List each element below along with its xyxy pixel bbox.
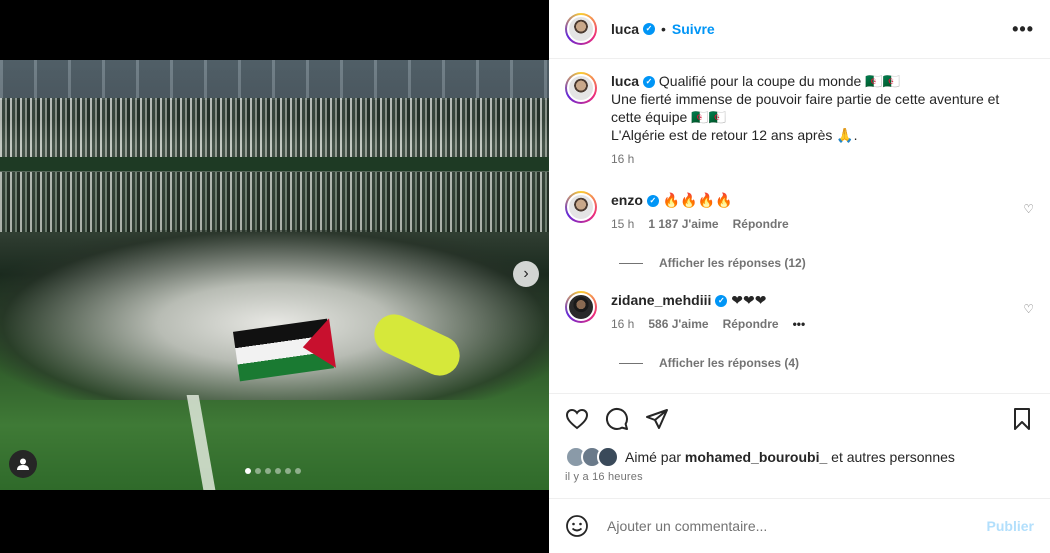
comment-input[interactable]	[605, 517, 987, 535]
carousel-dot	[255, 468, 261, 474]
carousel-dot	[285, 468, 291, 474]
post-photo[interactable]	[0, 60, 549, 490]
comment-item: enzo ✓ 🔥🔥🔥🔥 15 h 1 187 J'aime Répondre	[565, 191, 1034, 231]
caption-line-2: Une fierté immense de pouvoir faire part…	[611, 91, 1000, 125]
comment-likes[interactable]: 586 J'aime	[648, 317, 708, 331]
comment-avatar[interactable]	[565, 291, 597, 323]
post-media: ›	[0, 0, 549, 553]
reply-button[interactable]: Répondre	[733, 217, 789, 231]
comment-avatar[interactable]	[565, 191, 597, 223]
photo-pitch-line	[186, 395, 216, 490]
caption: luca ✓ Qualifié pour la coupe du monde 🇩🇿…	[565, 72, 1034, 166]
emoji-icon[interactable]	[565, 514, 589, 538]
verified-icon: ✓	[643, 76, 656, 89]
verified-icon: ✓	[646, 195, 659, 208]
comment-body: 🔥🔥🔥🔥	[662, 192, 733, 208]
likes-prefix: Aimé par	[625, 449, 682, 465]
photo-stands-upper	[0, 98, 549, 158]
author-avatar[interactable]	[565, 13, 597, 45]
comments-section[interactable]: luca ✓ Qualifié pour la coupe du monde 🇩🇿…	[549, 60, 1050, 392]
comment-text: zidane_mehdiii ✓ ❤❤❤	[611, 291, 1011, 309]
user-icon	[17, 458, 29, 470]
post-header: luca ✓ • Suivre •••	[549, 0, 1050, 59]
caption-author[interactable]: luca	[611, 73, 639, 89]
carousel-dot	[295, 468, 301, 474]
comment-time[interactable]: 16 h	[611, 317, 634, 331]
comment-time[interactable]: 15 h	[611, 217, 634, 231]
likes-user[interactable]: mohamed_bouroubi_	[685, 449, 827, 465]
view-replies-button[interactable]: Afficher les réponses (12)	[619, 256, 806, 270]
comment-like-icon[interactable]: ♡	[1023, 302, 1034, 316]
photo-stands-lower	[0, 172, 549, 232]
comment-like-icon[interactable]: ♡	[1023, 202, 1034, 216]
comment-body: ❤❤❤	[731, 292, 767, 308]
tagged-users-button[interactable]	[9, 450, 37, 478]
liker-avatar	[597, 446, 619, 468]
caption-time[interactable]: 16 h	[611, 152, 634, 166]
comment-author[interactable]: zidane_mehdiii	[611, 292, 711, 308]
carousel-next-button[interactable]: ›	[513, 261, 539, 287]
post-panel: luca ✓ • Suivre ••• luca ✓ Qualifié pour …	[549, 0, 1050, 553]
post-actions	[549, 393, 1050, 443]
share-icon[interactable]	[645, 407, 669, 431]
comment-item: zidane_mehdiii ✓ ❤❤❤ 16 h 586 J'aime Répo…	[565, 291, 1034, 331]
comment-author[interactable]: enzo	[611, 192, 643, 208]
chevron-right-icon: ›	[523, 265, 529, 282]
carousel-dot	[275, 468, 281, 474]
follow-button[interactable]: Suivre	[672, 21, 715, 37]
more-options-icon[interactable]: •••	[1012, 19, 1034, 40]
likes-text: Aimé par mohamed_bouroubi_ et autres per…	[625, 449, 955, 465]
comment-text: enzo ✓ 🔥🔥🔥🔥	[611, 191, 1011, 209]
verified-icon: ✓	[715, 295, 728, 308]
likes-summary[interactable]: Aimé par mohamed_bouroubi_ et autres per…	[565, 446, 955, 468]
caption-line-1: Qualifié pour la coupe du monde 🇩🇿🇩🇿	[658, 73, 901, 89]
comment-likes[interactable]: 1 187 J'aime	[648, 217, 718, 231]
carousel-dots	[245, 468, 301, 474]
comment-composer: Publier	[549, 498, 1050, 553]
caption-line-3: L'Algérie est de retour 12 ans après 🙏.	[611, 127, 858, 143]
header-separator: •	[661, 21, 666, 37]
bookmark-icon[interactable]	[1010, 407, 1034, 431]
post-timestamp[interactable]: il y a 16 heures	[565, 471, 643, 483]
reply-button[interactable]: Répondre	[723, 317, 779, 331]
photo-stadium-roof	[0, 60, 549, 100]
author-username[interactable]: luca	[611, 21, 639, 37]
caption-text: luca ✓ Qualifié pour la coupe du monde 🇩🇿…	[611, 72, 1011, 144]
heart-icon[interactable]	[565, 407, 589, 431]
comment-more-icon[interactable]: •••	[793, 317, 806, 331]
carousel-dot	[265, 468, 271, 474]
comment-icon[interactable]	[605, 407, 629, 431]
view-replies-button[interactable]: Afficher les réponses (4)	[619, 356, 799, 370]
photo-ad-board	[0, 157, 549, 171]
likes-suffix[interactable]: et autres personnes	[831, 449, 955, 465]
post-modal: › luca ✓ • Suivre ••• luca ✓ Qualifié pou…	[0, 0, 1050, 553]
caption-avatar[interactable]	[565, 72, 597, 104]
publish-button[interactable]: Publier	[987, 518, 1034, 534]
verified-icon: ✓	[643, 23, 656, 35]
liker-avatars	[565, 446, 619, 468]
carousel-dot	[245, 468, 251, 474]
